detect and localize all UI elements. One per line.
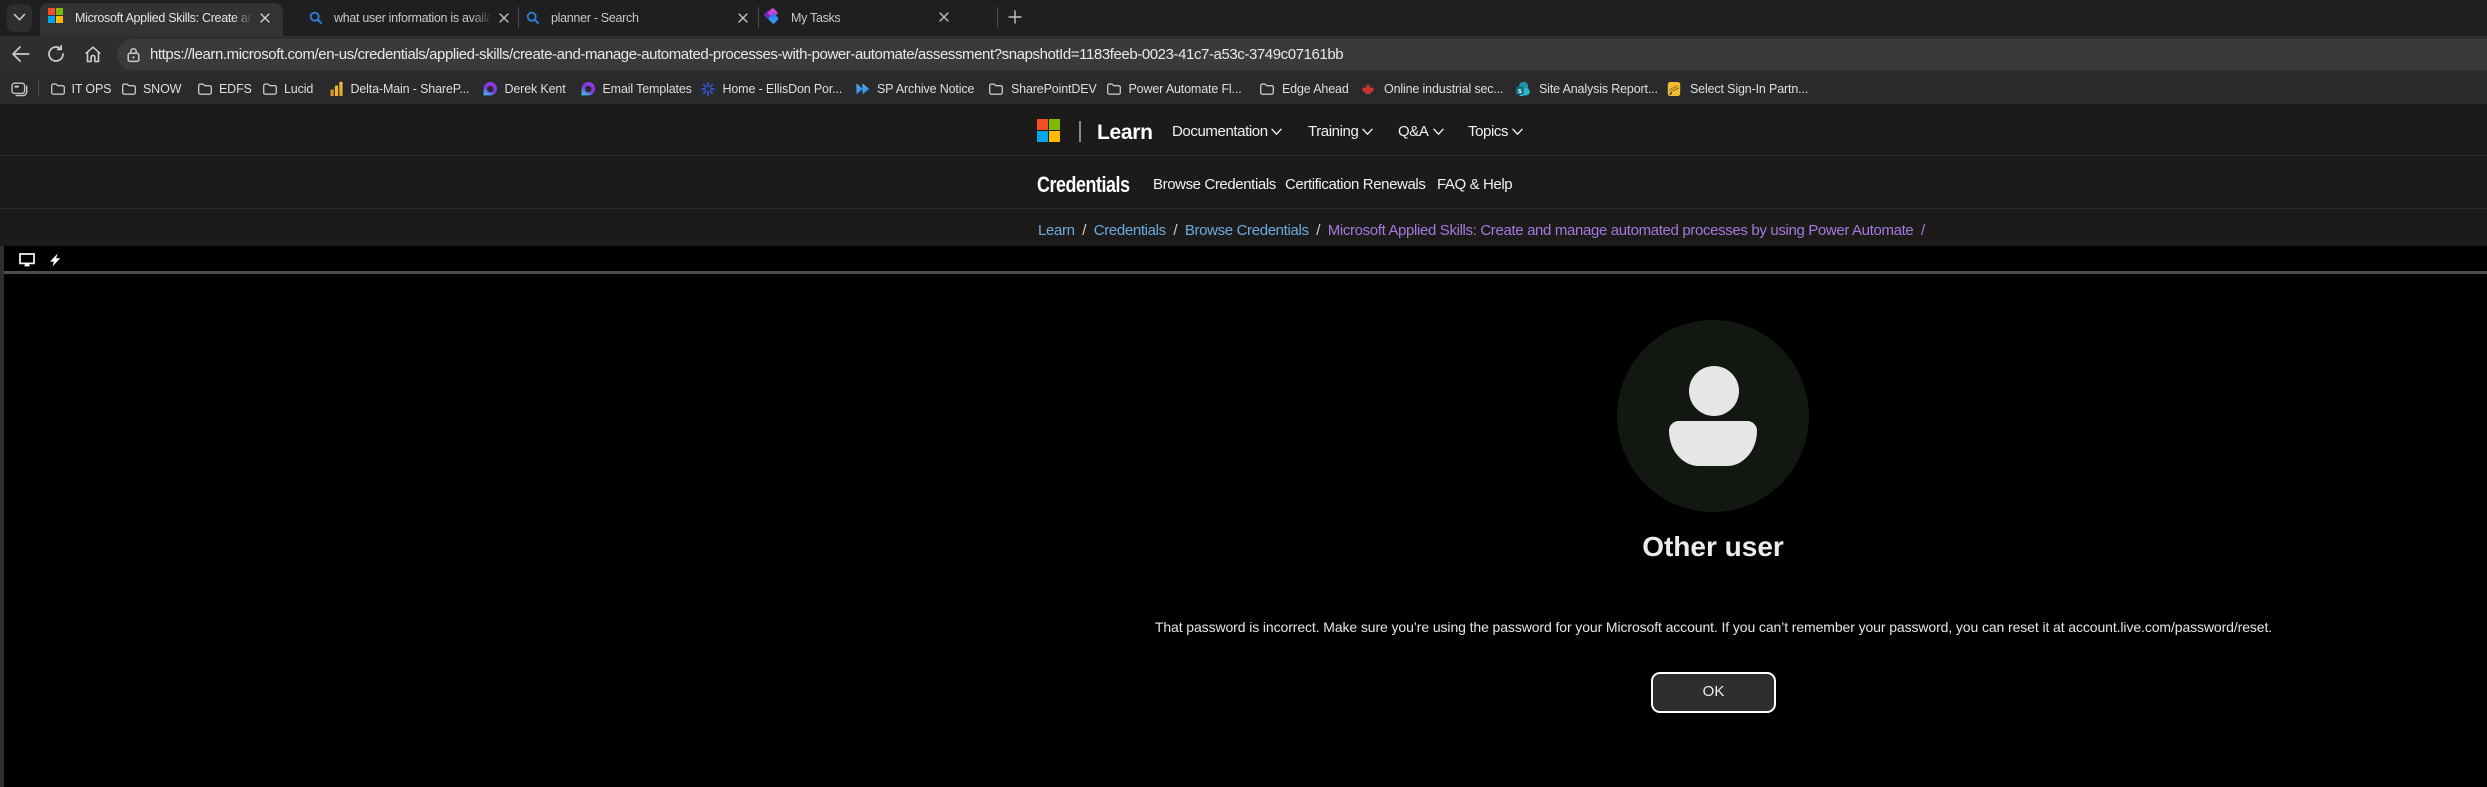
- svg-text:s: s: [1518, 86, 1522, 95]
